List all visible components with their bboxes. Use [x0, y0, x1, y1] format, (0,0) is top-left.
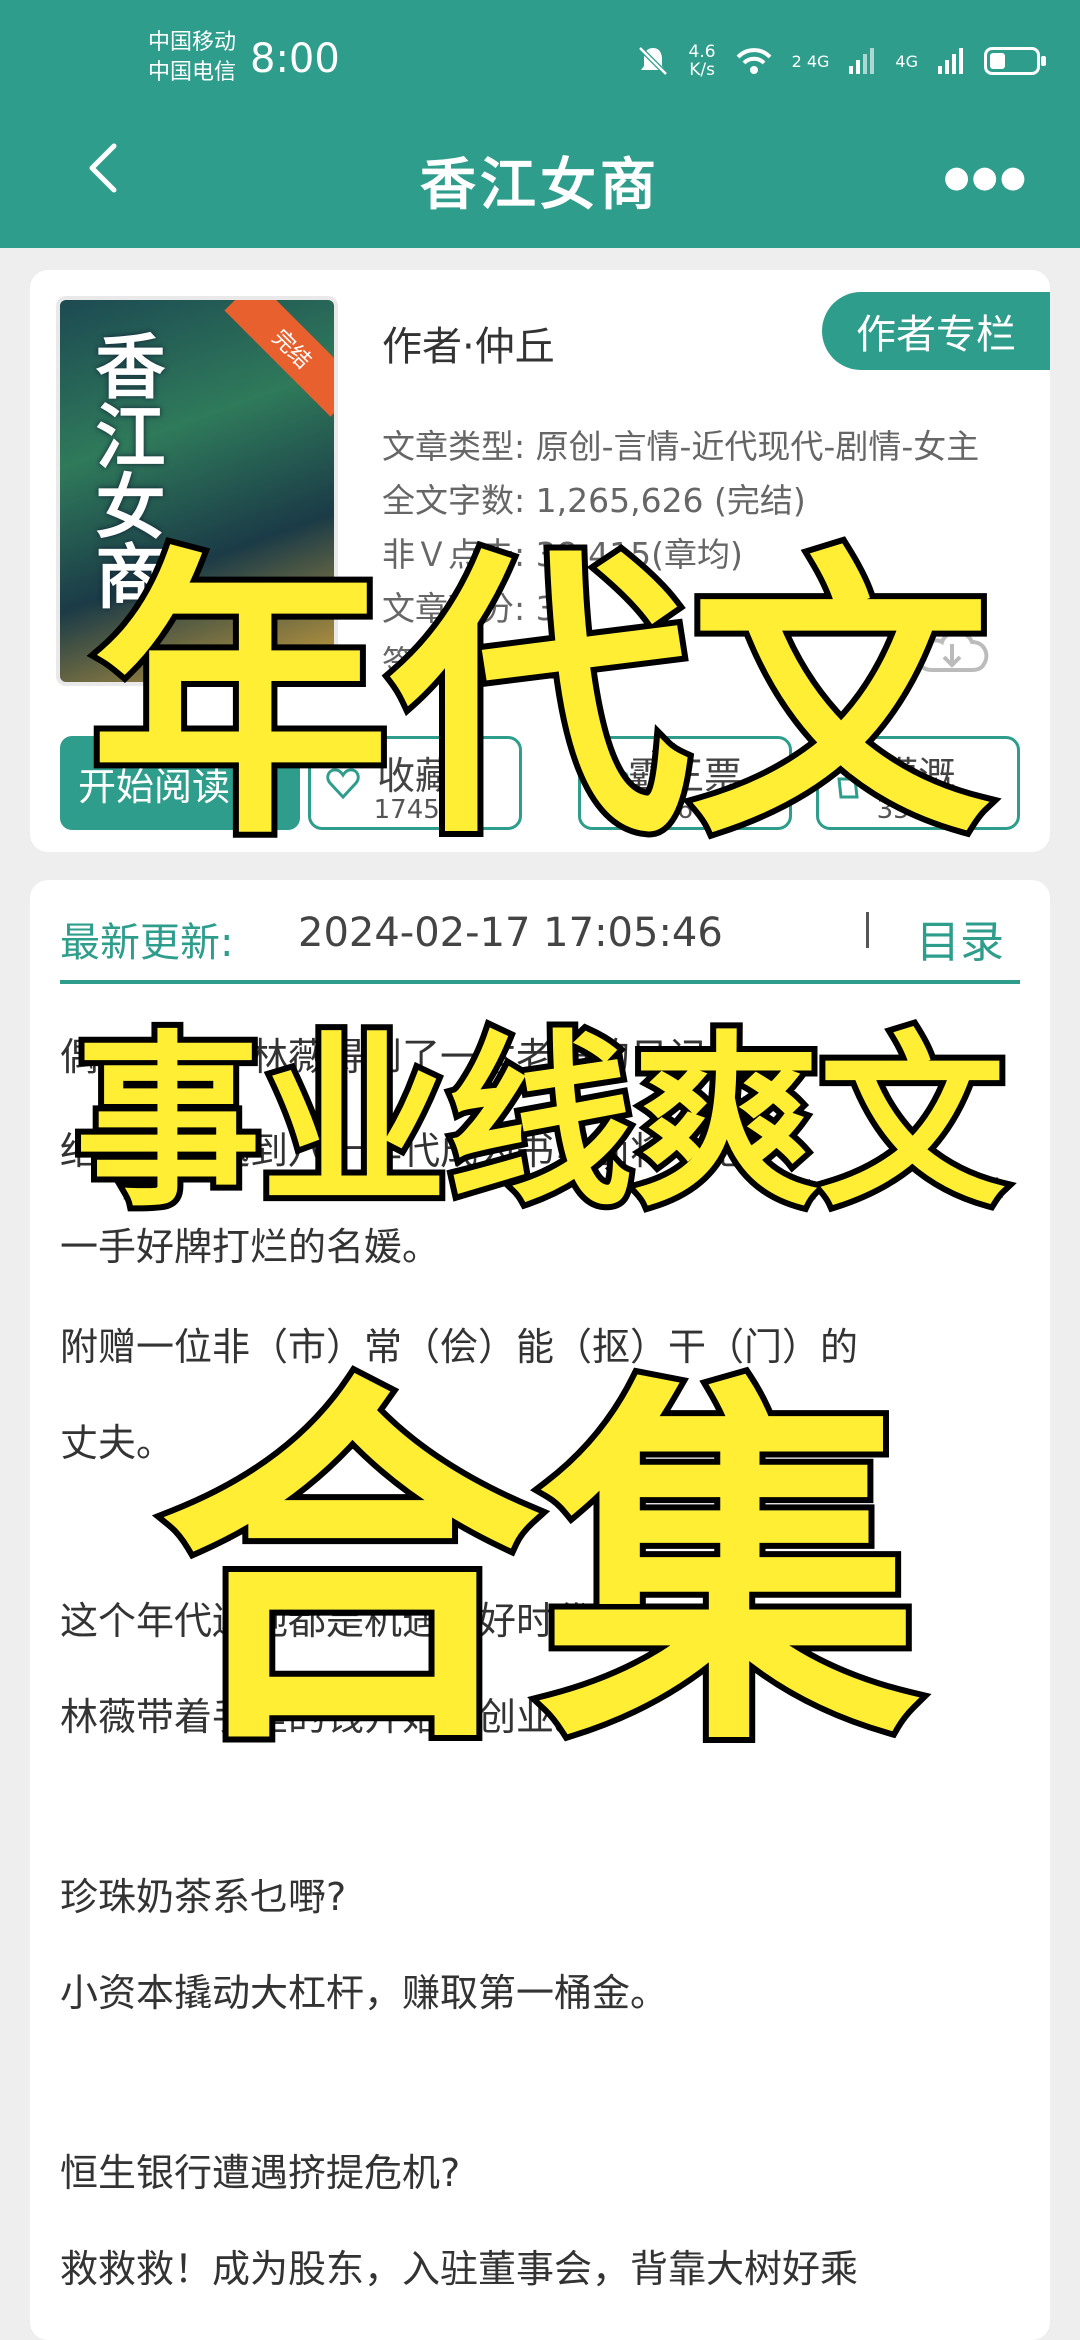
- carrier-2: 中国电信: [148, 60, 237, 85]
- cover-badge: 完结: [224, 300, 334, 417]
- battery-icon: [984, 47, 1046, 75]
- info-line-wordcount: 全文字数: 1,265,626 (完结): [382, 481, 806, 520]
- more-menu-icon[interactable]: ●●●: [943, 160, 1028, 195]
- synopsis-line: 恒生银行遭遇挤提危机?: [60, 2151, 461, 2195]
- synopsis-line: 小资本撬动大杠杆，赚取第一桶金。: [60, 1971, 669, 2015]
- author-column-button[interactable]: 作者专栏: [822, 292, 1050, 370]
- divider-line: [60, 980, 1020, 984]
- status-time: 8:00: [250, 36, 340, 82]
- carrier-1: 中国移动: [148, 30, 237, 55]
- synopsis-line: 珍珠奶茶系乜嘢?: [60, 1875, 347, 1919]
- latest-update-time[interactable]: 2024-02-17 17:05:46: [298, 910, 723, 956]
- author-name[interactable]: 作者·仲丘: [382, 314, 555, 372]
- info-line-type: 文章类型: 原创-言情-近代现代-剧情-女主: [382, 427, 980, 466]
- wifi-icon: [736, 48, 772, 74]
- net-speed: 4.6 K/s: [688, 42, 716, 80]
- table-of-contents-button[interactable]: 目录: [916, 906, 1004, 970]
- synopsis-line: 救救救！成为股东，入驻董事会，背靠大树好乘: [60, 2247, 859, 2291]
- overlay-caption-3: 合集: [154, 1348, 926, 1791]
- page-title: 香江女商: [420, 153, 660, 218]
- overlay-caption-2: 事业线爽文: [69, 1014, 1011, 1231]
- signal-label-1: 2 4G: [791, 51, 830, 71]
- mute-bell-icon: [637, 46, 668, 76]
- app-header: 中国移动 中国电信 8:00 4.6 K/s 2 4G 4G 香江女商 ●●●: [0, 0, 1080, 248]
- signal-bars-icon: [849, 48, 875, 74]
- overlay-caption-1: 年代文: [84, 525, 996, 874]
- divider: [866, 912, 869, 948]
- signal-bars-icon-2: [938, 48, 963, 74]
- status-icons: 4.6 K/s 2 4G 4G: [635, 36, 1046, 86]
- latest-update-label: 最新更新:: [60, 920, 234, 966]
- signal-label-2: 4G: [895, 51, 918, 71]
- status-carriers: 中国移动 中国电信: [148, 28, 236, 88]
- battery-level: [990, 53, 1005, 69]
